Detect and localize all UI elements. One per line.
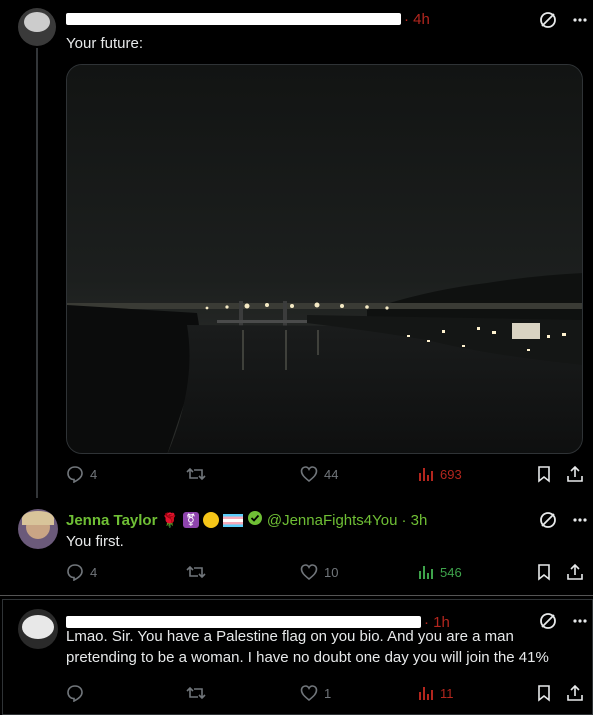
share-button[interactable] xyxy=(566,563,584,581)
heart-icon xyxy=(300,466,318,483)
post-text-line-2: pretending to be a woman. I have no doub… xyxy=(66,649,549,666)
post-top-icons xyxy=(538,510,588,530)
share-icon xyxy=(567,563,583,580)
share-button[interactable] xyxy=(566,465,584,483)
like-button[interactable]: 1 xyxy=(300,684,331,702)
like-count: 44 xyxy=(324,466,339,482)
post-text-line-1: Lmao. Sir. You have a Palestine flag on … xyxy=(66,628,514,645)
repost-icon xyxy=(186,467,206,481)
heart-icon xyxy=(300,564,318,581)
rose-icon: 🌹 xyxy=(161,511,179,528)
bookmark-icon xyxy=(538,466,550,483)
views-button[interactable]: 11 xyxy=(418,684,454,702)
more-options-icon[interactable] xyxy=(572,10,588,30)
views-icon xyxy=(419,687,433,700)
reply-button[interactable] xyxy=(66,684,90,702)
post-top-icons xyxy=(538,10,588,30)
bookmark-icon xyxy=(538,685,550,702)
redacted-name xyxy=(66,13,401,25)
raised-fist-icon xyxy=(202,512,219,528)
avatar[interactable] xyxy=(18,8,56,46)
like-count: 1 xyxy=(324,685,332,701)
transgender-symbol-icon: ⚧ xyxy=(182,512,199,528)
post-text: You first. xyxy=(66,533,124,550)
reply-icon xyxy=(67,466,83,483)
repost-icon xyxy=(186,686,206,700)
post-divider xyxy=(0,595,593,596)
post-actions: 1 11 xyxy=(66,684,586,706)
like-count: 10 xyxy=(324,564,339,580)
post-2: Jenna Taylor 🌹 ⚧ @JennaFights4You · 3h Y… xyxy=(0,500,593,595)
post-timestamp[interactable]: · 3h xyxy=(401,512,427,529)
post-3: · 1h Lmao. Sir. You have a Palestine fla… xyxy=(0,599,593,715)
post-text: Lmao. Sir. You have a Palestine flag on … xyxy=(66,626,581,668)
reply-count: 4 xyxy=(90,466,98,482)
night-river-photo xyxy=(67,65,582,453)
views-count: 546 xyxy=(440,564,462,580)
reply-count: 4 xyxy=(90,564,98,580)
author-name[interactable]: Jenna Taylor xyxy=(66,512,157,529)
reply-icon xyxy=(67,685,83,702)
views-icon xyxy=(419,468,433,481)
repost-icon xyxy=(186,565,206,579)
views-button[interactable]: 546 xyxy=(418,563,462,581)
post-actions: 4 10 546 xyxy=(66,563,586,585)
avatar-jenna-taylor[interactable] xyxy=(18,509,58,549)
like-button[interactable]: 10 xyxy=(300,563,338,581)
post-timestamp[interactable]: · 4h xyxy=(404,11,430,28)
avatar[interactable] xyxy=(18,609,58,649)
reply-button[interactable]: 4 xyxy=(66,563,97,581)
reply-button[interactable]: 4 xyxy=(66,465,97,483)
share-icon xyxy=(567,465,583,482)
bookmark-icon xyxy=(538,564,550,581)
grok-icon[interactable] xyxy=(538,10,558,30)
verified-badge-icon xyxy=(247,510,263,530)
like-button[interactable]: 44 xyxy=(300,465,338,483)
reply-icon xyxy=(67,564,83,581)
views-count: 693 xyxy=(440,466,462,482)
views-button[interactable]: 693 xyxy=(418,465,462,483)
heart-icon xyxy=(300,685,318,702)
views-count: 11 xyxy=(440,685,454,701)
trans-flag-icon xyxy=(222,513,243,527)
post-1: · 4h Your future: 4 44 693 xyxy=(0,0,593,500)
author-handle[interactable]: @JennaFights4You xyxy=(267,512,398,529)
grok-icon[interactable] xyxy=(538,510,558,530)
repost-button[interactable] xyxy=(186,465,212,483)
bookmark-button[interactable] xyxy=(536,563,552,581)
more-options-icon[interactable] xyxy=(572,510,588,530)
repost-button[interactable] xyxy=(186,684,212,702)
bookmark-button[interactable] xyxy=(536,465,552,483)
post-actions: 4 44 693 xyxy=(66,465,586,487)
post-text: Your future: xyxy=(66,35,143,52)
bookmark-button[interactable] xyxy=(536,684,552,702)
share-button[interactable] xyxy=(566,684,584,702)
share-icon xyxy=(567,684,583,701)
views-icon xyxy=(419,566,433,579)
repost-button[interactable] xyxy=(186,563,212,581)
post-image[interactable] xyxy=(66,64,583,454)
